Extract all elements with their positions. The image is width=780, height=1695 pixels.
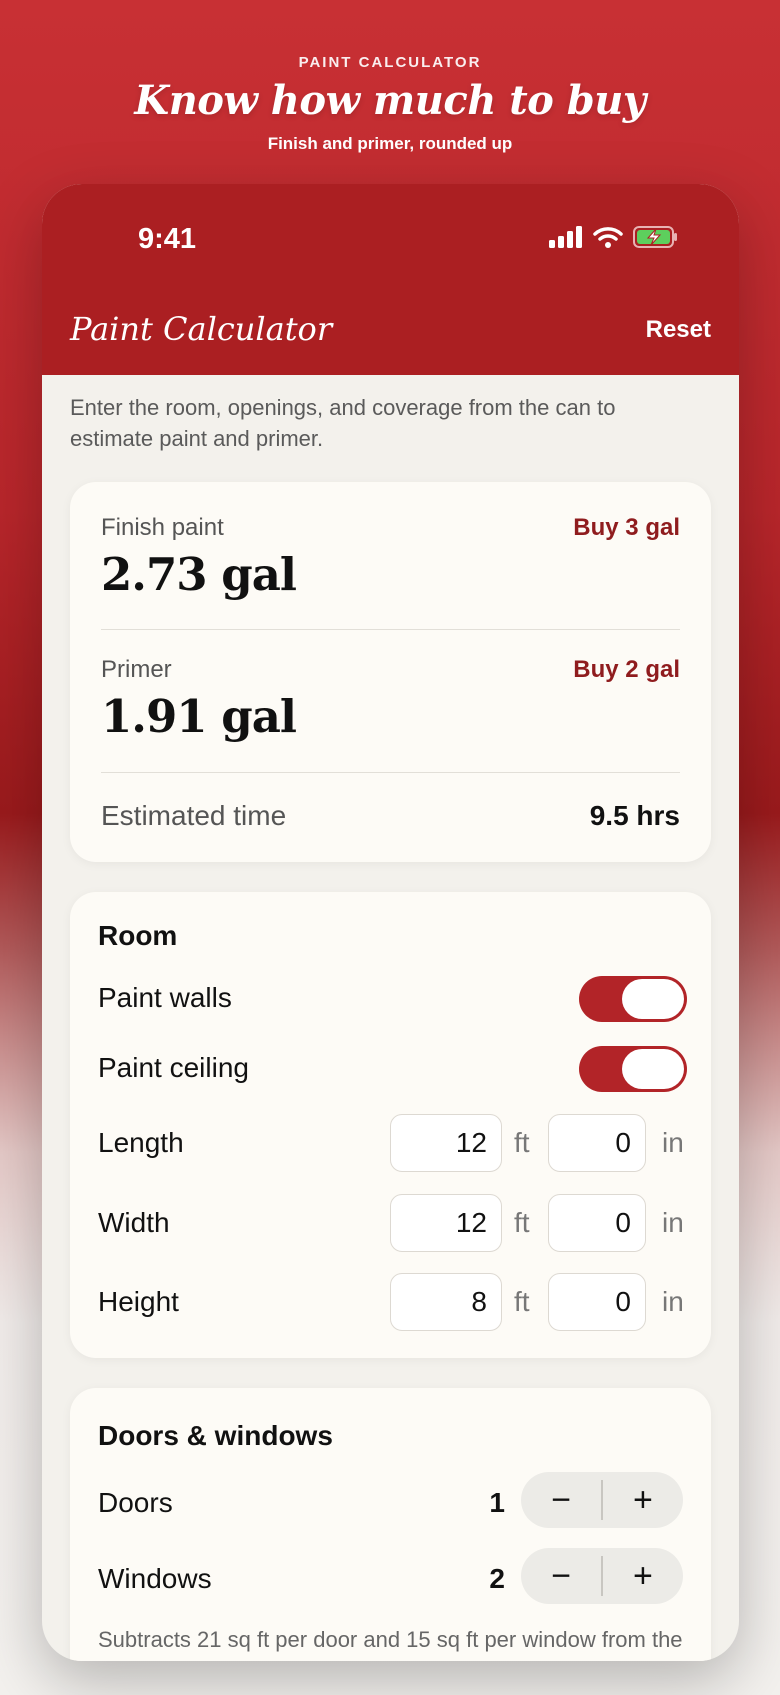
estimated-time-value: 9.5 hrs xyxy=(589,800,680,831)
in-unit-label: in xyxy=(662,1127,684,1158)
finish-value: 2.73 gal xyxy=(101,548,297,601)
hero-subtitle: Finish and primer, rounded up xyxy=(267,134,513,153)
app-bar: 9:41 Paint Calculator Reset xyxy=(42,184,739,375)
doors-windows-card: Doors & windows Doors 1 − + Windows 2 − … xyxy=(70,1388,711,1661)
hero-eyebrow: PAINT CALCULATOR xyxy=(298,54,482,71)
in-unit-label: in xyxy=(662,1286,684,1317)
doors-label: Doors xyxy=(98,1487,173,1518)
room-section-title: Room xyxy=(98,920,178,951)
width-ft-input[interactable] xyxy=(390,1194,502,1252)
phone-frame: 9:41 Paint Calculator Reset Enter the ro… xyxy=(42,184,739,1661)
hero-header: PAINT CALCULATOR Know how much to buy Fi… xyxy=(0,54,780,154)
width-label: Width xyxy=(98,1207,170,1238)
reset-button[interactable]: Reset xyxy=(646,316,711,344)
battery-charging-icon xyxy=(633,226,677,248)
windows-stepper: − + xyxy=(521,1548,683,1604)
height-label: Height xyxy=(98,1286,179,1317)
divider xyxy=(101,629,680,630)
ft-unit-label: ft xyxy=(514,1207,530,1238)
intro-text: Enter the room, openings, and coverage f… xyxy=(70,395,616,451)
primer-buy-amount: Buy 2 gal xyxy=(573,656,680,683)
room-card: Room Paint walls Paint ceiling Length ft… xyxy=(70,892,711,1358)
wifi-icon xyxy=(593,227,623,248)
divider xyxy=(101,772,680,773)
doors-decrement-button[interactable]: − xyxy=(521,1472,601,1528)
hero-title: Know how much to buy xyxy=(134,77,646,124)
toggle-knob xyxy=(622,979,684,1019)
length-ft-input[interactable] xyxy=(390,1114,502,1172)
paint-ceiling-toggle[interactable] xyxy=(579,1046,687,1092)
openings-footnote: Subtracts 21 sq ft per door and 15 sq ft… xyxy=(98,1627,683,1661)
estimated-time-label: Estimated time xyxy=(101,800,287,831)
paint-walls-toggle[interactable] xyxy=(579,976,687,1022)
paint-ceiling-label: Paint ceiling xyxy=(98,1052,249,1083)
status-icons xyxy=(549,226,679,248)
in-unit-label: in xyxy=(662,1207,684,1238)
doors-count: 1 xyxy=(489,1487,505,1518)
ft-unit-label: ft xyxy=(514,1286,530,1317)
cellular-signal-icon xyxy=(549,226,582,248)
primer-value: 1.91 gal xyxy=(101,690,297,743)
results-card: Finish paint 2.73 gal Buy 3 gal Primer 1… xyxy=(70,482,711,862)
doors-windows-title: Doors & windows xyxy=(98,1420,333,1451)
finish-result: Finish paint 2.73 gal Buy 3 gal xyxy=(101,514,680,601)
doors-stepper: − + xyxy=(521,1472,683,1528)
finish-buy-amount: Buy 3 gal xyxy=(573,514,680,541)
nav-title: Paint Calculator xyxy=(70,310,333,348)
height-ft-input[interactable] xyxy=(390,1273,502,1331)
status-time: 9:41 xyxy=(138,223,197,255)
paint-walls-label: Paint walls xyxy=(98,982,232,1013)
toggle-knob xyxy=(622,1049,684,1089)
length-in-input[interactable] xyxy=(548,1114,646,1172)
doors-increment-button[interactable]: + xyxy=(603,1472,683,1528)
width-in-input[interactable] xyxy=(548,1194,646,1252)
windows-count: 2 xyxy=(489,1563,505,1594)
windows-decrement-button[interactable]: − xyxy=(521,1548,601,1604)
windows-increment-button[interactable]: + xyxy=(603,1548,683,1604)
length-label: Length xyxy=(98,1127,184,1158)
windows-label: Windows xyxy=(98,1563,212,1594)
height-in-input[interactable] xyxy=(548,1273,646,1331)
ft-unit-label: ft xyxy=(514,1127,530,1158)
primer-result: Primer 1.91 gal Buy 2 gal xyxy=(101,656,680,743)
